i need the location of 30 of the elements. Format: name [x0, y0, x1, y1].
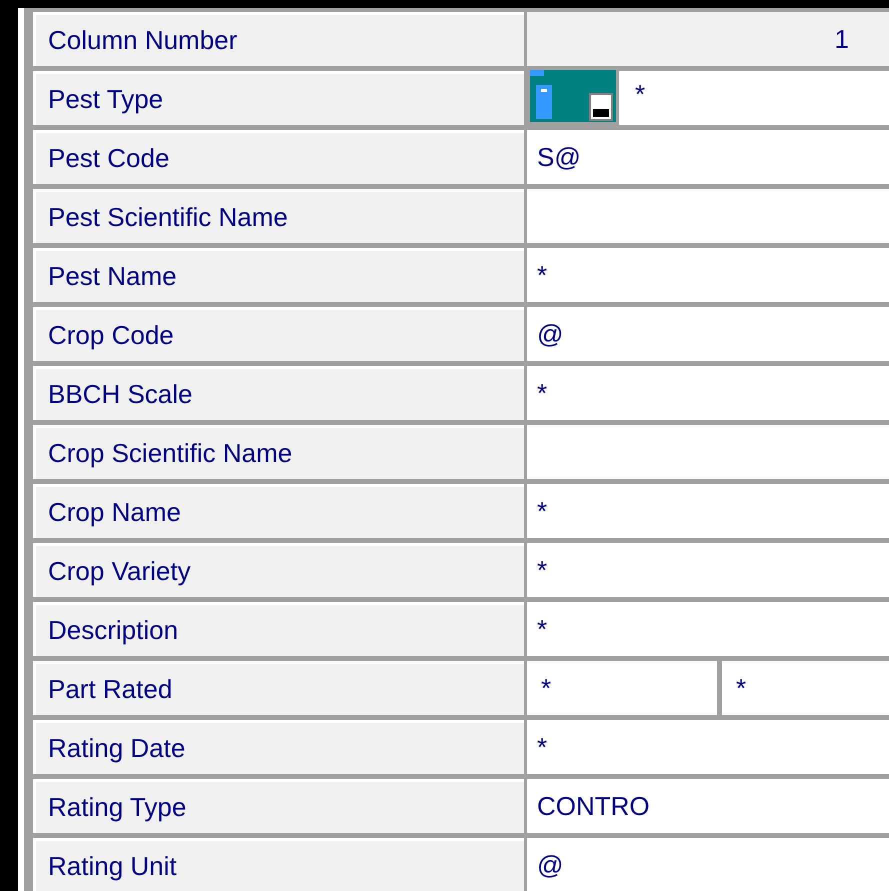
- row-label: Crop Scientific Name: [33, 425, 524, 479]
- cell-value: *: [527, 248, 889, 302]
- row-label: Crop Code: [33, 307, 524, 361]
- row-label: Pest Scientific Name: [33, 189, 524, 243]
- row-label: Pest Name: [33, 248, 524, 302]
- cell-value: @: [527, 307, 889, 361]
- cell-value: *: [527, 661, 717, 715]
- row-label: Crop Variety: [33, 543, 524, 597]
- picker-icon[interactable]: [527, 67, 619, 125]
- row-label: Column Number: [33, 12, 524, 66]
- row-label: Rating Unit: [33, 838, 524, 891]
- cell-value: *: [527, 484, 889, 538]
- row-label: Description: [33, 602, 524, 656]
- row-label: Rating Date: [33, 720, 524, 774]
- row-label: BBCH Scale: [33, 366, 524, 420]
- cell-value: *: [722, 661, 889, 715]
- row-label: Rating Type: [33, 779, 524, 833]
- cell-value: *: [527, 366, 889, 420]
- row-label: Crop Name: [33, 484, 524, 538]
- cell-value: S@: [527, 130, 889, 184]
- row-label: Part Rated: [33, 661, 524, 715]
- cell-value: *: [527, 602, 889, 656]
- cell-value: *: [527, 720, 889, 774]
- cell-value: CONTRO: [527, 779, 889, 833]
- row-label: Pest Type: [33, 71, 524, 125]
- cell-value: @: [527, 838, 889, 891]
- row-label: Pest Code: [33, 130, 524, 184]
- cell-value: *: [527, 543, 889, 597]
- column-number: 1: [527, 12, 889, 66]
- cell-value: *: [635, 78, 646, 110]
